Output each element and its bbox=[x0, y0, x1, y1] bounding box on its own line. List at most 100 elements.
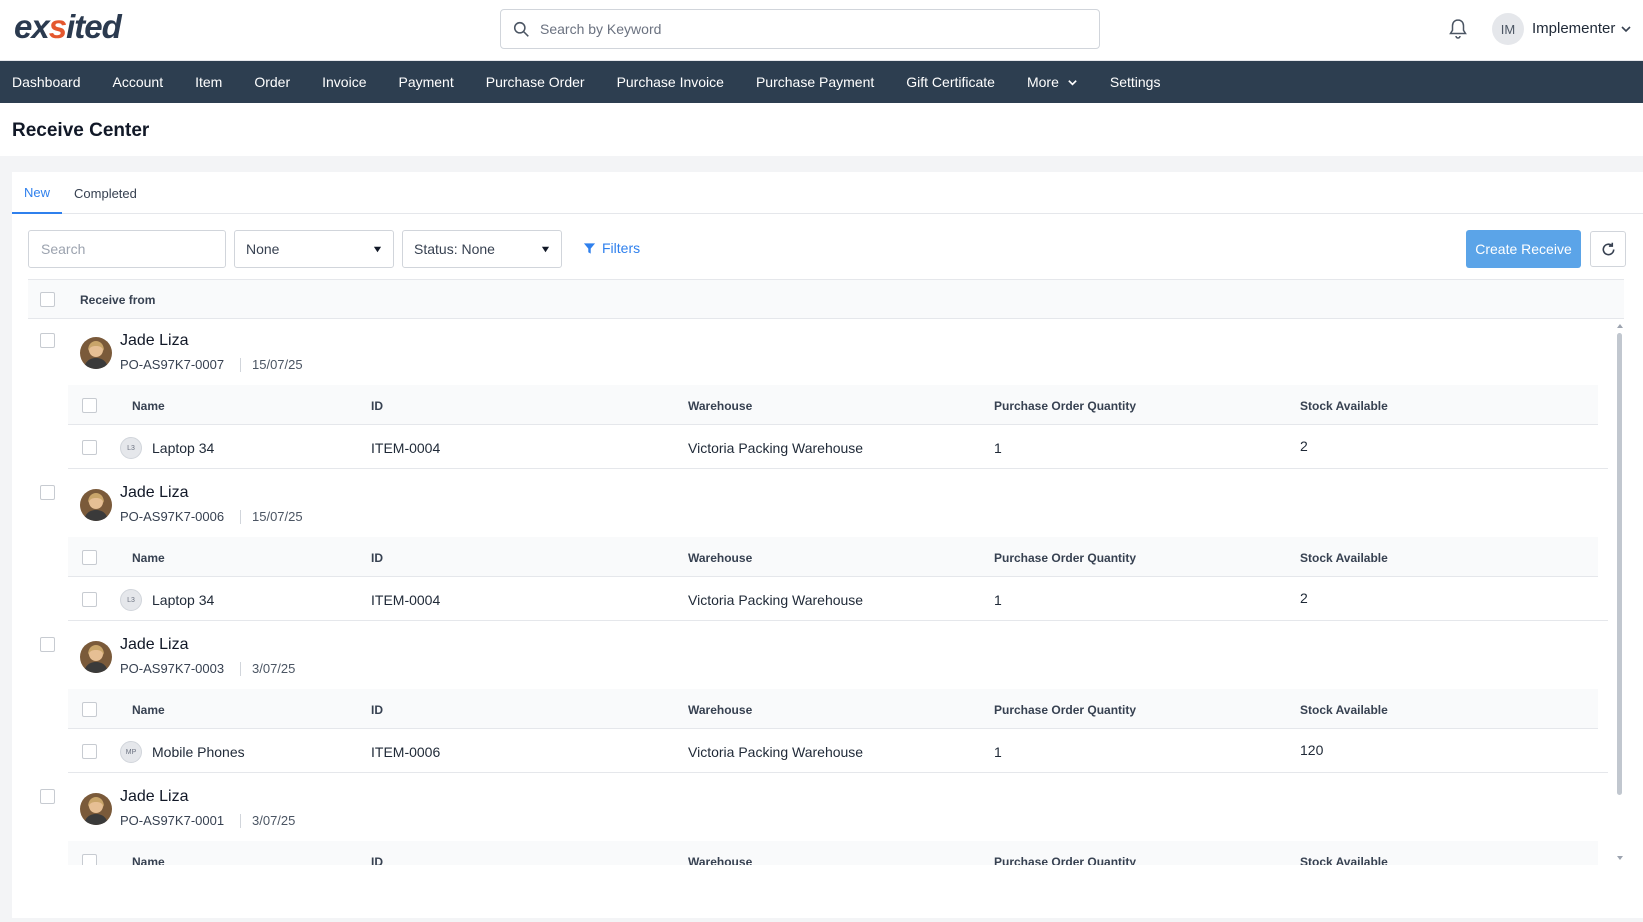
nav-invoice[interactable]: Invoice bbox=[322, 74, 366, 90]
column-stock-available: Stock Available bbox=[1300, 703, 1388, 717]
divider bbox=[240, 662, 241, 676]
chevron-down-icon[interactable] bbox=[1620, 23, 1632, 35]
search-icon bbox=[513, 21, 529, 37]
item-po-quantity: 1 bbox=[994, 744, 1002, 760]
top-header: exsited IM Implementer bbox=[0, 0, 1643, 61]
item-badge: L3 bbox=[120, 437, 142, 459]
receive-list: Jade Liza PO-AS97K7-0007 15/07/25 Name I… bbox=[28, 320, 1624, 865]
nav-item[interactable]: Item bbox=[195, 74, 222, 90]
status-select[interactable]: Status: None bbox=[402, 230, 562, 268]
item-name: Mobile Phones bbox=[152, 744, 245, 760]
table-row[interactable]: MP Mobile Phones ITEM-0006 Victoria Pack… bbox=[68, 730, 1608, 773]
column-id: ID bbox=[371, 399, 383, 413]
receive-group: Jade Liza PO-AS97K7-0003 3/07/25 Name ID… bbox=[28, 624, 1624, 776]
receive-group: Jade Liza PO-AS97K7-0006 15/07/25 Name I… bbox=[28, 472, 1624, 624]
tab-new[interactable]: New bbox=[12, 172, 63, 214]
user-name[interactable]: Implementer bbox=[1532, 20, 1615, 37]
row-checkbox[interactable] bbox=[82, 592, 97, 607]
item-name: Laptop 34 bbox=[152, 592, 215, 608]
items-select-all-checkbox[interactable] bbox=[82, 702, 97, 717]
nav-account[interactable]: Account bbox=[113, 74, 164, 90]
vendor-name[interactable]: Jade Liza bbox=[120, 788, 189, 806]
filters-button[interactable]: Filters bbox=[583, 240, 640, 256]
select-all-checkbox[interactable] bbox=[40, 292, 55, 307]
logo[interactable]: exsited bbox=[14, 8, 122, 46]
divider bbox=[240, 510, 241, 524]
list-search-input[interactable] bbox=[41, 241, 211, 257]
column-po-quantity: Purchase Order Quantity bbox=[994, 703, 1137, 717]
vendor-name[interactable]: Jade Liza bbox=[120, 484, 189, 502]
create-receive-button[interactable]: Create Receive bbox=[1466, 230, 1581, 268]
item-stock-available: 120 bbox=[1300, 742, 1324, 758]
global-search[interactable] bbox=[500, 9, 1100, 49]
user-avatar[interactable]: IM bbox=[1492, 13, 1524, 45]
po-number[interactable]: PO-AS97K7-0003 bbox=[120, 661, 224, 676]
type-select[interactable]: None bbox=[234, 230, 394, 268]
po-date: 3/07/25 bbox=[252, 813, 296, 828]
group-checkbox[interactable] bbox=[40, 789, 55, 804]
item-warehouse: Victoria Packing Warehouse bbox=[688, 744, 864, 760]
row-checkbox[interactable] bbox=[82, 440, 97, 455]
column-stock-available: Stock Available bbox=[1300, 551, 1388, 565]
chevron-down-icon bbox=[1068, 79, 1077, 86]
row-checkbox[interactable] bbox=[82, 744, 97, 759]
nav-purchase-invoice[interactable]: Purchase Invoice bbox=[617, 74, 724, 90]
column-name: Name bbox=[132, 703, 165, 717]
caret-down-icon bbox=[541, 246, 550, 253]
group-checkbox[interactable] bbox=[40, 485, 55, 500]
po-number[interactable]: PO-AS97K7-0001 bbox=[120, 813, 224, 828]
table-row[interactable]: L3 Laptop 34 ITEM-0004 Victoria Packing … bbox=[68, 426, 1608, 469]
group-checkbox[interactable] bbox=[40, 637, 55, 652]
tab-completed[interactable]: Completed bbox=[62, 172, 149, 214]
column-stock-available: Stock Available bbox=[1300, 855, 1388, 865]
item-stock-available: 2 bbox=[1300, 438, 1308, 454]
column-receive-from: Receive from bbox=[80, 293, 156, 307]
scroll-down-arrow[interactable] bbox=[1616, 854, 1624, 862]
item-id: ITEM-0006 bbox=[371, 744, 441, 760]
column-id: ID bbox=[371, 703, 383, 717]
scroll-up-arrow[interactable] bbox=[1616, 322, 1624, 330]
item-warehouse: Victoria Packing Warehouse bbox=[688, 592, 864, 608]
column-warehouse: Warehouse bbox=[688, 551, 753, 565]
avatar bbox=[80, 641, 112, 673]
item-id: ITEM-0004 bbox=[371, 592, 441, 608]
po-number[interactable]: PO-AS97K7-0007 bbox=[120, 357, 224, 372]
column-name: Name bbox=[132, 399, 165, 413]
column-warehouse: Warehouse bbox=[688, 703, 753, 717]
nav-order[interactable]: Order bbox=[254, 74, 290, 90]
nav-purchase-payment[interactable]: Purchase Payment bbox=[756, 74, 874, 90]
items-header: Name ID Warehouse Purchase Order Quantit… bbox=[68, 537, 1598, 577]
scrollbar-thumb[interactable] bbox=[1617, 333, 1622, 795]
items-select-all-checkbox[interactable] bbox=[82, 854, 97, 865]
avatar bbox=[80, 793, 112, 825]
nav-more[interactable]: More bbox=[1027, 74, 1078, 90]
vendor-name[interactable]: Jade Liza bbox=[120, 636, 189, 654]
po-date: 3/07/25 bbox=[252, 661, 296, 676]
nav-payment[interactable]: Payment bbox=[398, 74, 453, 90]
items-select-all-checkbox[interactable] bbox=[82, 398, 97, 413]
refresh-button[interactable] bbox=[1590, 231, 1626, 267]
avatar bbox=[80, 337, 112, 369]
column-name: Name bbox=[132, 551, 165, 565]
filters-label: Filters bbox=[602, 240, 641, 256]
divider bbox=[240, 358, 241, 372]
group-checkbox[interactable] bbox=[40, 333, 55, 348]
item-id: ITEM-0004 bbox=[371, 440, 441, 456]
po-number[interactable]: PO-AS97K7-0006 bbox=[120, 509, 224, 524]
vendor-name[interactable]: Jade Liza bbox=[120, 332, 189, 350]
nav-gift-certificate[interactable]: Gift Certificate bbox=[906, 74, 995, 90]
tabs: New Completed bbox=[12, 172, 1643, 214]
global-search-input[interactable] bbox=[540, 21, 1080, 37]
bell-icon[interactable] bbox=[1448, 18, 1468, 40]
nav-settings[interactable]: Settings bbox=[1110, 74, 1161, 90]
item-stock-available: 2 bbox=[1300, 590, 1308, 606]
item-po-quantity: 1 bbox=[994, 592, 1002, 608]
column-warehouse: Warehouse bbox=[688, 399, 753, 413]
list-search[interactable] bbox=[28, 230, 226, 268]
status-select-value: Status: None bbox=[414, 241, 495, 257]
nav-purchase-order[interactable]: Purchase Order bbox=[486, 74, 585, 90]
table-row[interactable]: L3 Laptop 34 ITEM-0004 Victoria Packing … bbox=[68, 578, 1608, 621]
divider bbox=[240, 814, 241, 828]
nav-dashboard[interactable]: Dashboard bbox=[12, 74, 81, 90]
items-select-all-checkbox[interactable] bbox=[82, 550, 97, 565]
